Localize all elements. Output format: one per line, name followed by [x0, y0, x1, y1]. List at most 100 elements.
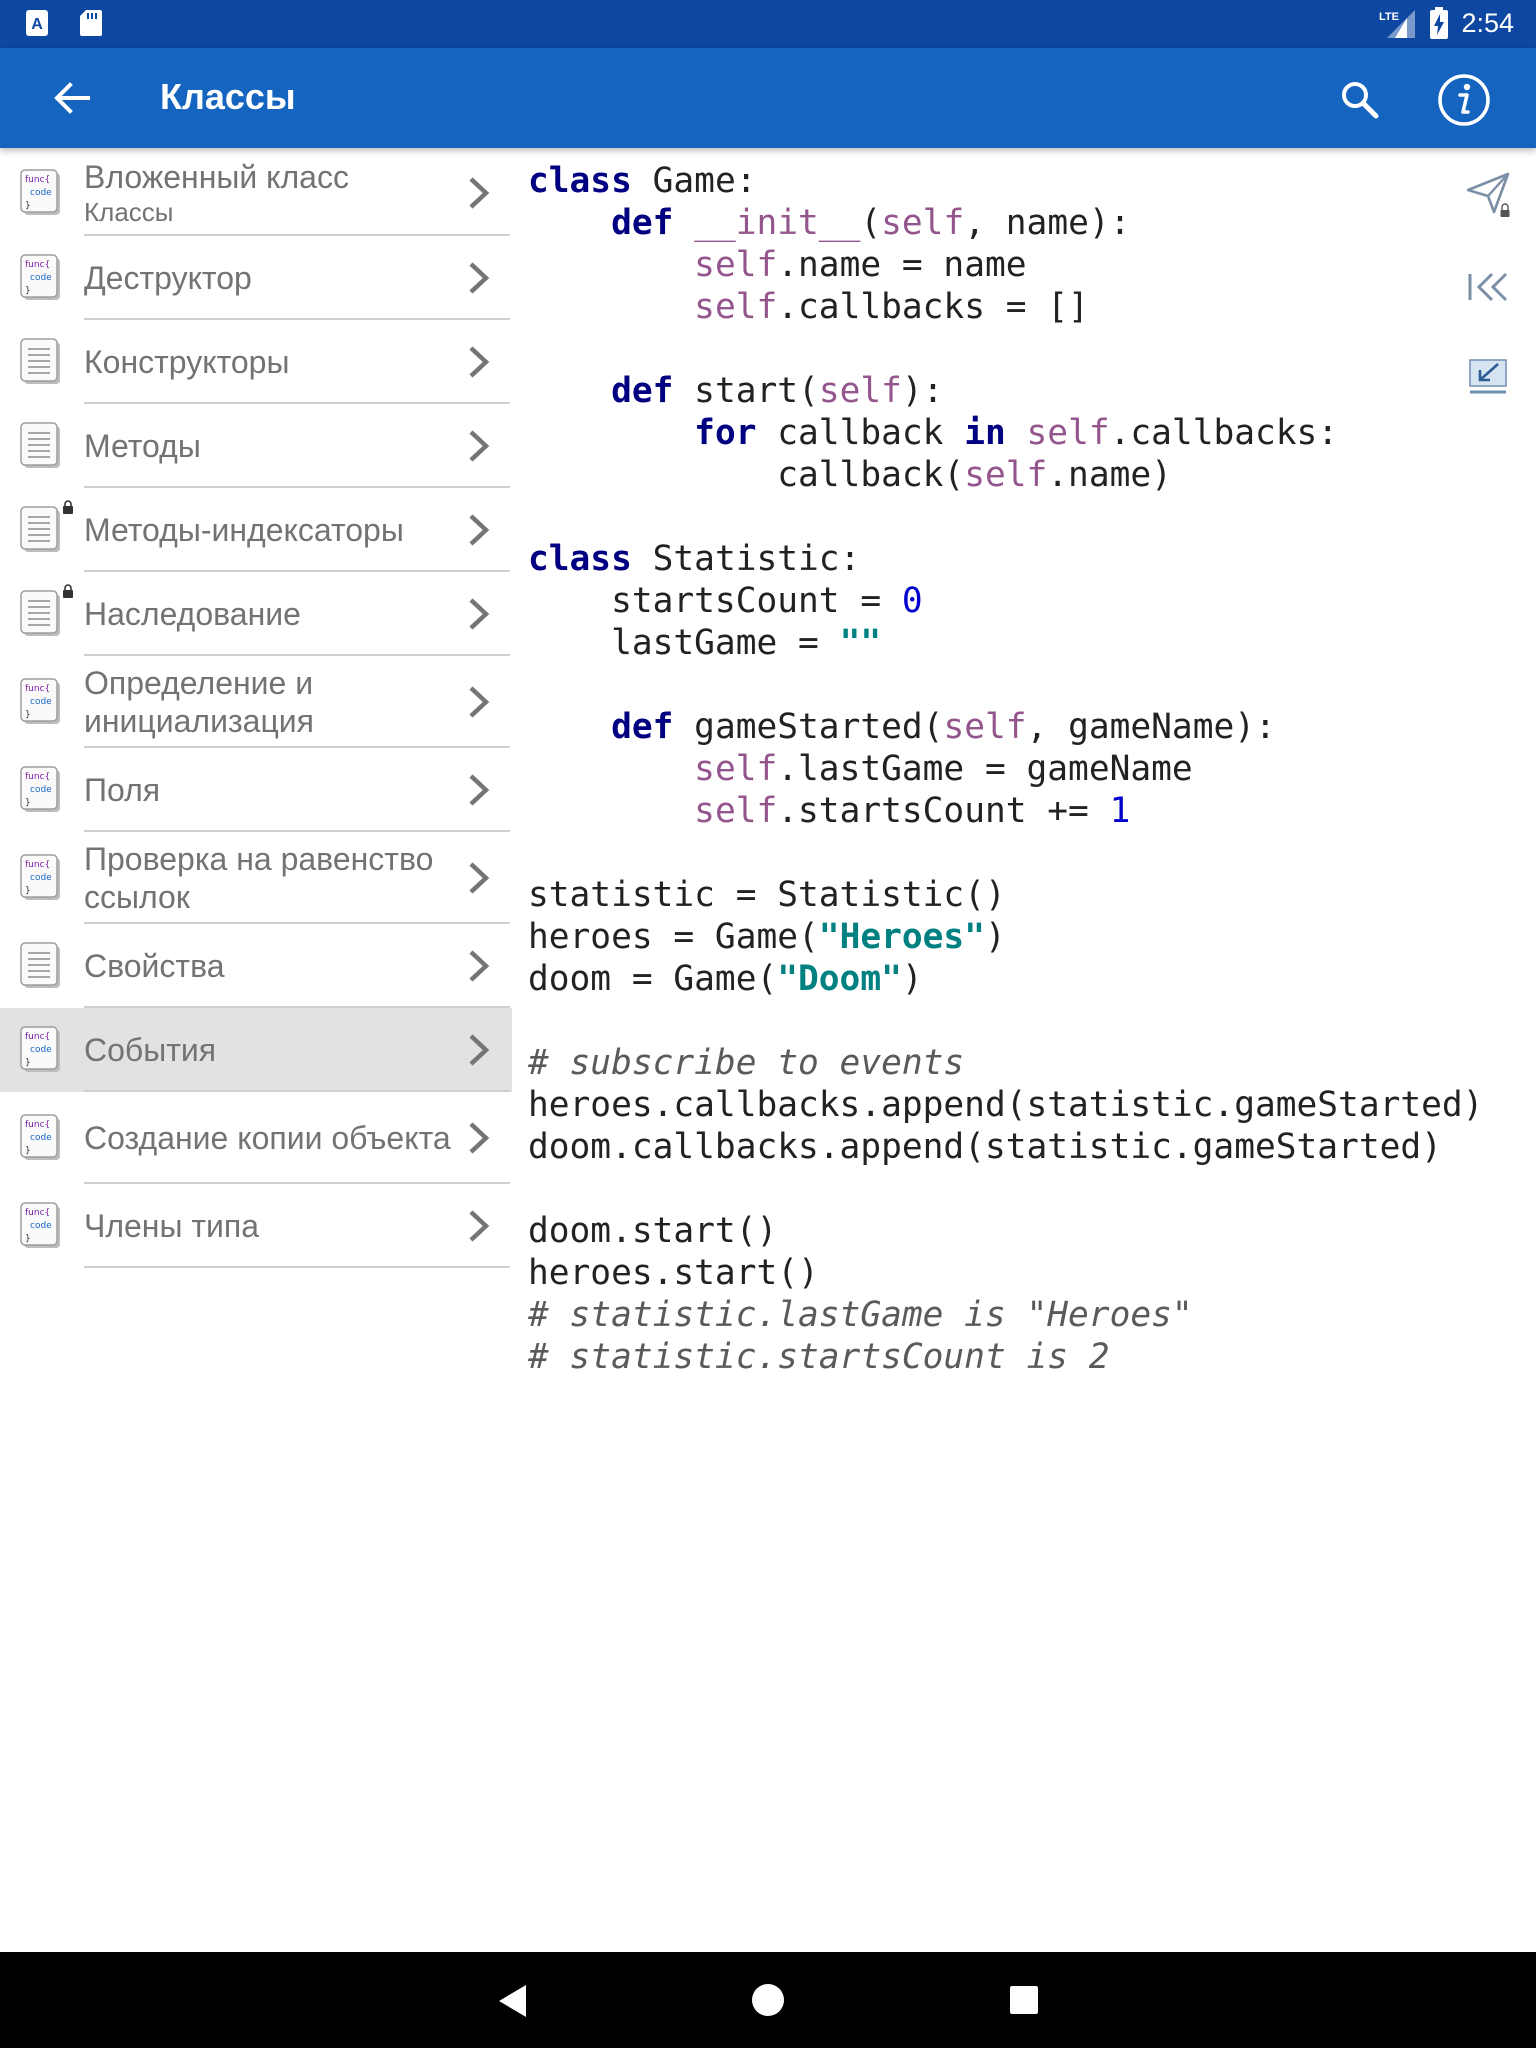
info-icon[interactable] — [1436, 72, 1492, 128]
func-code-icon: func{ code } — [20, 1114, 60, 1160]
status-left-icons: A — [24, 8, 104, 38]
list-item-reference-equality[interactable]: func{ code } Проверка на равенство ссыло… — [0, 832, 512, 924]
list-item-object-copy[interactable]: func{ code } Создание копии объекта — [0, 1092, 512, 1184]
search-icon[interactable] — [1336, 76, 1384, 124]
code-line: doom.start() — [528, 1211, 778, 1251]
code-line: self.startsCount += 1 — [694, 791, 1131, 831]
svg-text:}: } — [25, 886, 31, 896]
func-code-icon: func{ code } — [20, 1026, 60, 1072]
status-bar: A LTE 2:54 — [0, 0, 1536, 48]
list-item-fields[interactable]: func{ code } Поля — [0, 748, 512, 832]
code-line: self.name = name — [694, 245, 1027, 285]
list-item-events[interactable]: func{ code } События — [0, 1008, 512, 1092]
code-line: startsCount = 0 — [528, 581, 923, 621]
code-line: for callback in self.callbacks: — [694, 413, 1339, 453]
nav-back-icon[interactable] — [496, 1982, 530, 2020]
svg-text:}: } — [25, 286, 31, 296]
chevron-right-icon — [469, 346, 490, 378]
nav-recents-icon[interactable] — [1008, 1984, 1040, 2016]
chevron-right-icon — [469, 177, 490, 209]
chevron-right-icon — [469, 514, 490, 546]
svg-text:func{: func{ — [25, 772, 50, 782]
svg-text:code: code — [30, 785, 52, 795]
code-line: statistic = Statistic() — [528, 875, 1006, 915]
code-line: heroes = Game("Heroes") — [528, 917, 1006, 957]
navigation-bar — [0, 1952, 1536, 2048]
func-code-icon: func{ code } — [20, 1202, 60, 1248]
code-line: def __init__(self, name): — [611, 203, 1131, 243]
arrow-back-icon[interactable] — [50, 76, 94, 120]
chevron-right-icon — [469, 862, 490, 894]
lte-signal-icon: LTE — [1379, 10, 1416, 38]
func-code-icon: func{ code } — [20, 678, 60, 724]
chevron-right-icon — [469, 686, 490, 718]
list-item-indexers[interactable]: Методы-индексаторы — [0, 488, 512, 572]
chevron-right-icon — [469, 1210, 490, 1242]
list-item-label: Вложенный класс Классы — [84, 158, 464, 228]
func-code-icon: func{ code } — [20, 854, 60, 900]
chevron-right-icon — [469, 1122, 490, 1154]
list-item-label: Члены типа — [84, 1208, 260, 1244]
divider — [84, 1266, 510, 1268]
code-line: doom = Game("Doom") — [528, 959, 923, 999]
svg-text:func{: func{ — [25, 684, 50, 694]
svg-text:func{: func{ — [25, 1120, 50, 1130]
battery-charging-icon — [1430, 7, 1449, 39]
minimize-icon[interactable] — [1464, 352, 1514, 402]
code-line: class Game: — [528, 161, 757, 201]
chevron-right-icon — [469, 262, 490, 294]
list-item-nested-class[interactable]: func{ code } Вложенный класс Классы — [0, 150, 512, 236]
sd-card-icon — [80, 10, 102, 36]
code-line: self.lastGame = gameName — [694, 749, 1193, 789]
chevron-right-icon — [469, 1034, 490, 1066]
code-view: class Game: def __init__(self, name): se… — [528, 160, 1518, 1378]
list-item-type-members[interactable]: func{ code } Члены типа — [0, 1184, 512, 1268]
code-line: # statistic.startsCount is 2 — [528, 1337, 1110, 1377]
code-line: # statistic.lastGame is "Heroes" — [528, 1295, 1193, 1335]
list-item-inheritance[interactable]: Наследование — [0, 572, 512, 656]
code-line: def start(self): — [611, 371, 944, 411]
svg-text:}: } — [25, 1234, 31, 1244]
list-item-properties[interactable]: Свойства — [0, 924, 512, 1008]
svg-text:}: } — [25, 201, 31, 211]
svg-text:LTE: LTE — [1379, 11, 1399, 23]
list-item-sublabel: Классы — [84, 197, 174, 227]
chevron-right-icon — [469, 430, 490, 462]
send-icon[interactable] — [1464, 168, 1514, 218]
svg-text:code: code — [30, 1045, 52, 1055]
list-item-destructor[interactable]: func{ code } Деструктор — [0, 236, 512, 320]
list-item-label: Методы-индексаторы — [84, 512, 404, 548]
svg-text:}: } — [25, 1058, 31, 1068]
list-item-constructors[interactable]: Конструкторы — [0, 320, 512, 404]
list-item-label: Определение и инициализация — [84, 665, 314, 739]
lock-icon — [63, 584, 73, 598]
list-item-label: События — [84, 1032, 217, 1068]
code-line: doom.callbacks.append(statistic.gameStar… — [528, 1127, 1442, 1167]
code-line: def gameStarted(self, gameName): — [611, 707, 1276, 747]
svg-text:code: code — [30, 273, 52, 283]
list-item-definition[interactable]: func{ code } Определение и инициализация — [0, 656, 512, 748]
svg-text:func{: func{ — [25, 1032, 50, 1042]
svg-text:code: code — [30, 188, 52, 198]
code-line: self.callbacks = [] — [694, 287, 1089, 327]
code-line: heroes.start() — [528, 1253, 819, 1293]
func-code-icon: func{ code } — [20, 766, 60, 812]
status-time: 2:54 — [1461, 7, 1514, 38]
svg-text:code: code — [30, 1133, 52, 1143]
nav-home-icon[interactable] — [750, 1982, 786, 2018]
document-icon — [20, 338, 60, 384]
svg-text:func{: func{ — [25, 860, 50, 870]
list-item-label: Проверка на равенство ссылок — [84, 841, 434, 915]
svg-text:A: A — [31, 16, 43, 33]
chevron-right-icon — [469, 598, 490, 630]
app-bar: Классы — [0, 48, 1536, 148]
svg-text:code: code — [30, 1221, 52, 1231]
collapse-left-icon[interactable] — [1464, 262, 1514, 312]
code-line: lastGame = "" — [528, 623, 882, 663]
list-item-methods[interactable]: Методы — [0, 404, 512, 488]
